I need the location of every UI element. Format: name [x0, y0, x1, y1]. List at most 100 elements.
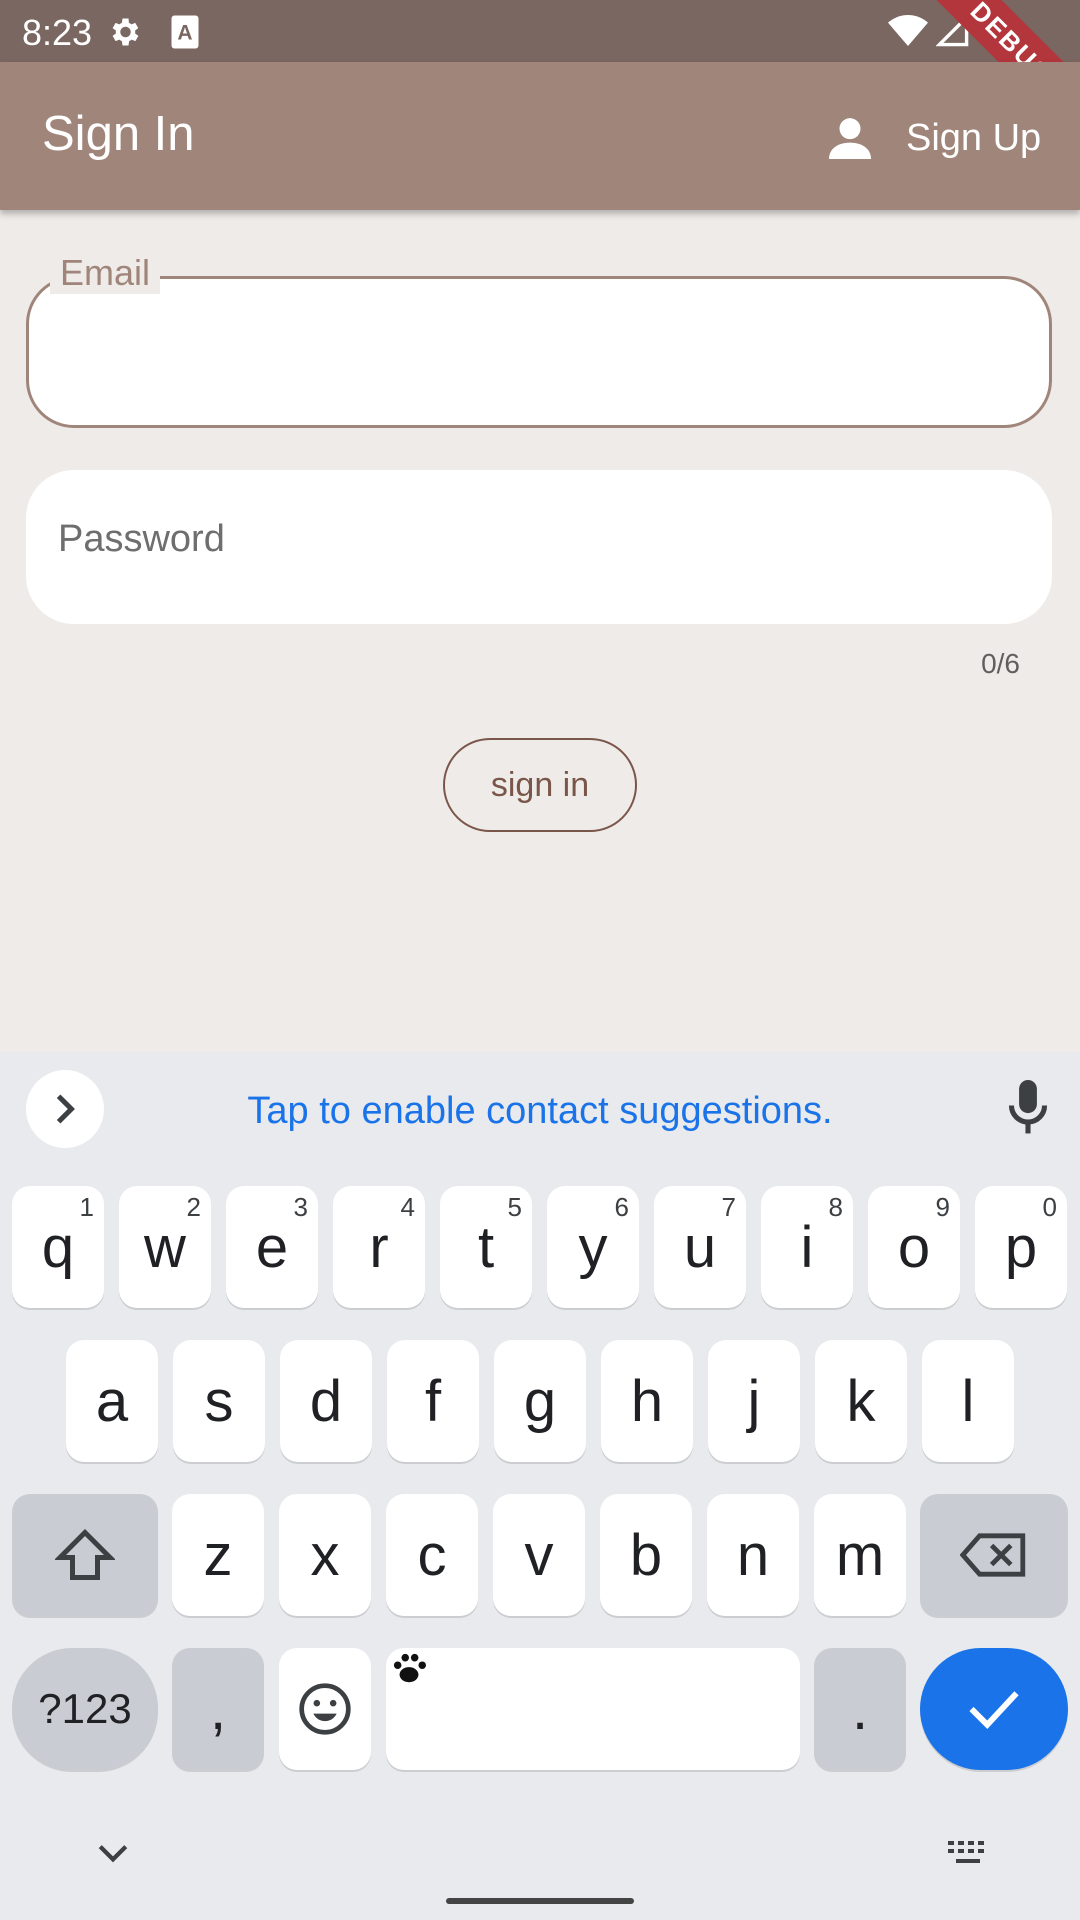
- paw-icon: [393, 1653, 426, 1683]
- key-h[interactable]: h: [601, 1340, 693, 1462]
- backspace-icon: [960, 1533, 1026, 1577]
- key-label: k: [846, 1368, 876, 1434]
- key-s[interactable]: s: [173, 1340, 265, 1462]
- done-key[interactable]: [920, 1648, 1068, 1770]
- sign-in-button[interactable]: sign in: [443, 738, 637, 832]
- email-field[interactable]: [26, 276, 1052, 428]
- key-t[interactable]: t5: [440, 1186, 532, 1308]
- a-badge-icon: A: [170, 14, 200, 55]
- microphone-icon[interactable]: [1006, 1080, 1050, 1141]
- key-hint: 5: [507, 1192, 522, 1222]
- key-label: w: [144, 1214, 186, 1280]
- key-f[interactable]: f: [387, 1340, 479, 1462]
- key-label: h: [630, 1368, 664, 1434]
- key-g[interactable]: g: [494, 1340, 586, 1462]
- key-label: z: [203, 1522, 233, 1588]
- key-hint: 2: [186, 1192, 201, 1222]
- status-time: 8:23: [22, 12, 93, 53]
- key-label: n: [736, 1522, 770, 1588]
- key-i[interactable]: i8: [761, 1186, 853, 1308]
- hide-keyboard-button[interactable]: [96, 1842, 130, 1869]
- key-label: m: [835, 1522, 885, 1588]
- key-label: v: [524, 1522, 554, 1588]
- key-label: a: [95, 1368, 129, 1434]
- key-label: d: [309, 1368, 343, 1434]
- password-label: Password: [58, 518, 225, 560]
- gesture-nav-handle[interactable]: [446, 1898, 634, 1904]
- key-label: l: [961, 1368, 975, 1434]
- key-n[interactable]: n: [707, 1494, 799, 1616]
- key-e[interactable]: e3: [226, 1186, 318, 1308]
- key-label: q: [41, 1214, 75, 1280]
- shift-key[interactable]: [12, 1494, 158, 1616]
- key-label: f: [424, 1368, 442, 1434]
- key-label: ,: [209, 1676, 227, 1742]
- key-label: u: [683, 1214, 717, 1280]
- password-counter: 0/6: [981, 648, 1020, 679]
- key-k[interactable]: k: [815, 1340, 907, 1462]
- key-label: x: [310, 1522, 340, 1588]
- space-key[interactable]: [386, 1648, 800, 1770]
- key-label: y: [578, 1214, 608, 1280]
- key-z[interactable]: z: [172, 1494, 264, 1616]
- symbols-key[interactable]: ?123: [12, 1648, 158, 1770]
- key-y[interactable]: y6: [547, 1186, 639, 1308]
- person-icon: [829, 118, 871, 159]
- suggestion-strip: Tap to enable contact suggestions.: [0, 1052, 1080, 1170]
- key-label: s: [204, 1368, 234, 1434]
- emoji-key[interactable]: [279, 1648, 371, 1770]
- key-hint: 6: [614, 1192, 629, 1222]
- key-r[interactable]: r4: [333, 1186, 425, 1308]
- key-u[interactable]: u7: [654, 1186, 746, 1308]
- key-hint: 0: [1042, 1192, 1057, 1222]
- key-m[interactable]: m: [814, 1494, 906, 1616]
- key-label: g: [523, 1368, 557, 1434]
- wifi-icon: [888, 14, 928, 53]
- switch-keyboard-button[interactable]: [946, 1838, 990, 1873]
- key-label: p: [1004, 1214, 1038, 1280]
- key-c[interactable]: c: [386, 1494, 478, 1616]
- keyboard-icon: [948, 1841, 984, 1863]
- key-label: t: [477, 1214, 495, 1280]
- key-label: j: [747, 1368, 761, 1434]
- key-q[interactable]: q1: [12, 1186, 104, 1308]
- period-key[interactable]: .: [814, 1648, 906, 1770]
- key-label: ?123: [38, 1685, 132, 1732]
- key-l[interactable]: l: [922, 1340, 1014, 1462]
- key-hint: 4: [400, 1192, 415, 1222]
- key-hint: 1: [79, 1192, 94, 1222]
- backspace-key[interactable]: [920, 1494, 1068, 1616]
- key-x[interactable]: x: [279, 1494, 371, 1616]
- key-v[interactable]: v: [493, 1494, 585, 1616]
- app-bar: Sign In Sign Up: [0, 62, 1080, 210]
- key-label: r: [369, 1214, 389, 1280]
- page-title: Sign In: [42, 107, 195, 161]
- contact-suggestions-prompt[interactable]: Tap to enable contact suggestions.: [0, 1090, 1080, 1133]
- key-hint: 3: [293, 1192, 308, 1222]
- key-label: i: [800, 1214, 814, 1280]
- key-p[interactable]: p0: [975, 1186, 1067, 1308]
- key-a[interactable]: a: [66, 1340, 158, 1462]
- emoji-icon: [299, 1683, 351, 1735]
- key-label: e: [255, 1214, 289, 1280]
- sign-up-label: Sign Up: [906, 116, 1042, 159]
- key-label: o: [897, 1214, 931, 1280]
- gear-icon: [106, 14, 142, 55]
- key-label: .: [851, 1676, 869, 1742]
- password-field[interactable]: Password: [26, 470, 1052, 624]
- key-b[interactable]: b: [600, 1494, 692, 1616]
- key-hint: 9: [935, 1192, 950, 1222]
- on-screen-keyboard: Tap to enable contact suggestions. q1w2e…: [0, 1052, 1080, 1920]
- status-bar: 8:23 A DEBUG: [0, 0, 1080, 152]
- comma-key[interactable]: ,: [172, 1648, 264, 1770]
- key-hint: 8: [828, 1192, 843, 1222]
- key-hint: 7: [721, 1192, 736, 1222]
- shift-icon: [55, 1528, 115, 1580]
- check-icon: [969, 1691, 1019, 1729]
- key-o[interactable]: o9: [868, 1186, 960, 1308]
- key-j[interactable]: j: [708, 1340, 800, 1462]
- key-d[interactable]: d: [280, 1340, 372, 1462]
- key-w[interactable]: w2: [119, 1186, 211, 1308]
- sign-up-button[interactable]: Sign Up: [822, 110, 1041, 166]
- svg-text:A: A: [177, 22, 192, 45]
